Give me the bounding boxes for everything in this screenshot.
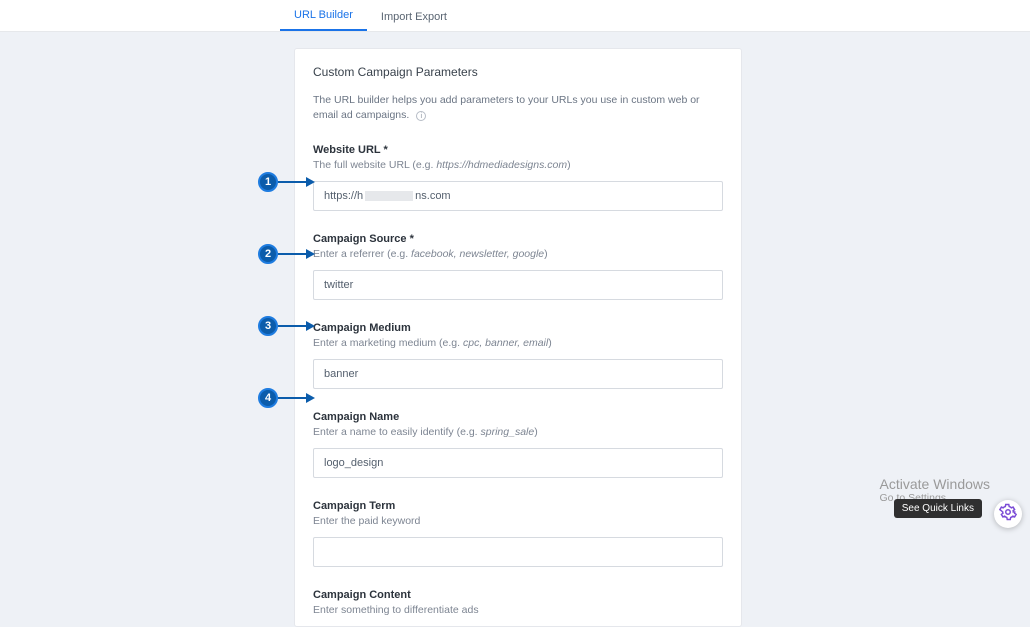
arrow-head-icon <box>306 249 315 259</box>
campaign-content-hint: Enter something to differentiate ads <box>313 604 723 616</box>
website-url-hint: The full website URL (e.g. https://hdmed… <box>313 159 723 171</box>
watermark-line1: Activate Windows <box>880 476 990 492</box>
redacted-segment <box>365 191 413 201</box>
campaign-name-label: Campaign Name <box>313 411 723 423</box>
campaign-medium-label: Campaign Medium <box>313 322 723 334</box>
panel-description-text: The URL builder helps you add parameters… <box>313 94 700 121</box>
website-url-value-prefix: https://h <box>324 190 363 202</box>
tab-import-export[interactable]: Import Export <box>367 5 461 31</box>
annotation-badge-3: 3 <box>258 316 278 336</box>
field-website-url: Website URL * The full website URL (e.g.… <box>313 144 723 211</box>
campaign-content-label: Campaign Content <box>313 589 723 601</box>
website-url-label: Website URL * <box>313 144 723 156</box>
field-campaign-name: Campaign Name Enter a name to easily ide… <box>313 411 723 478</box>
field-campaign-term: Campaign Term Enter the paid keyword <box>313 500 723 567</box>
field-campaign-content: Campaign Content Enter something to diff… <box>313 589 723 616</box>
arrow-head-icon <box>306 321 315 331</box>
arrow-head-icon <box>306 393 315 403</box>
campaign-medium-hint: Enter a marketing medium (e.g. cpc, bann… <box>313 337 723 349</box>
annotation-2: 2 <box>258 244 315 264</box>
arrow-line-icon <box>278 253 306 255</box>
arrow-line-icon <box>278 397 306 399</box>
campaign-term-input[interactable] <box>313 537 723 567</box>
annotation-1: 1 <box>258 172 315 192</box>
support-fab-button[interactable] <box>994 500 1022 528</box>
annotation-badge-1: 1 <box>258 172 278 192</box>
arrow-line-icon <box>278 325 306 327</box>
campaign-term-hint: Enter the paid keyword <box>313 515 723 527</box>
campaign-parameters-panel: Custom Campaign Parameters The URL build… <box>294 48 742 627</box>
campaign-name-hint: Enter a name to easily identify (e.g. sp… <box>313 426 723 438</box>
website-url-input[interactable]: https://h ns.com <box>313 181 723 211</box>
panel-title: Custom Campaign Parameters <box>313 65 723 79</box>
campaign-source-input[interactable] <box>313 270 723 300</box>
annotation-4: 4 <box>258 388 315 408</box>
field-campaign-source: Campaign Source * Enter a referrer (e.g.… <box>313 233 723 300</box>
annotation-3: 3 <box>258 316 315 336</box>
quick-links-tooltip: See Quick Links <box>894 499 982 518</box>
info-icon[interactable]: i <box>416 111 426 121</box>
campaign-term-label: Campaign Term <box>313 500 723 512</box>
campaign-name-input[interactable] <box>313 448 723 478</box>
campaign-source-label: Campaign Source * <box>313 233 723 245</box>
campaign-source-hint: Enter a referrer (e.g. facebook, newslet… <box>313 248 723 260</box>
top-tab-bar: URL Builder Import Export <box>0 0 1030 32</box>
panel-description: The URL builder helps you add parameters… <box>313 93 723 122</box>
annotation-badge-2: 2 <box>258 244 278 264</box>
tab-url-builder[interactable]: URL Builder <box>280 3 367 31</box>
website-url-value-suffix: ns.com <box>415 190 450 202</box>
campaign-medium-input[interactable] <box>313 359 723 389</box>
gear-icon <box>999 503 1017 526</box>
field-campaign-medium: Campaign Medium Enter a marketing medium… <box>313 322 723 389</box>
annotation-badge-4: 4 <box>258 388 278 408</box>
arrow-line-icon <box>278 181 306 183</box>
arrow-head-icon <box>306 177 315 187</box>
